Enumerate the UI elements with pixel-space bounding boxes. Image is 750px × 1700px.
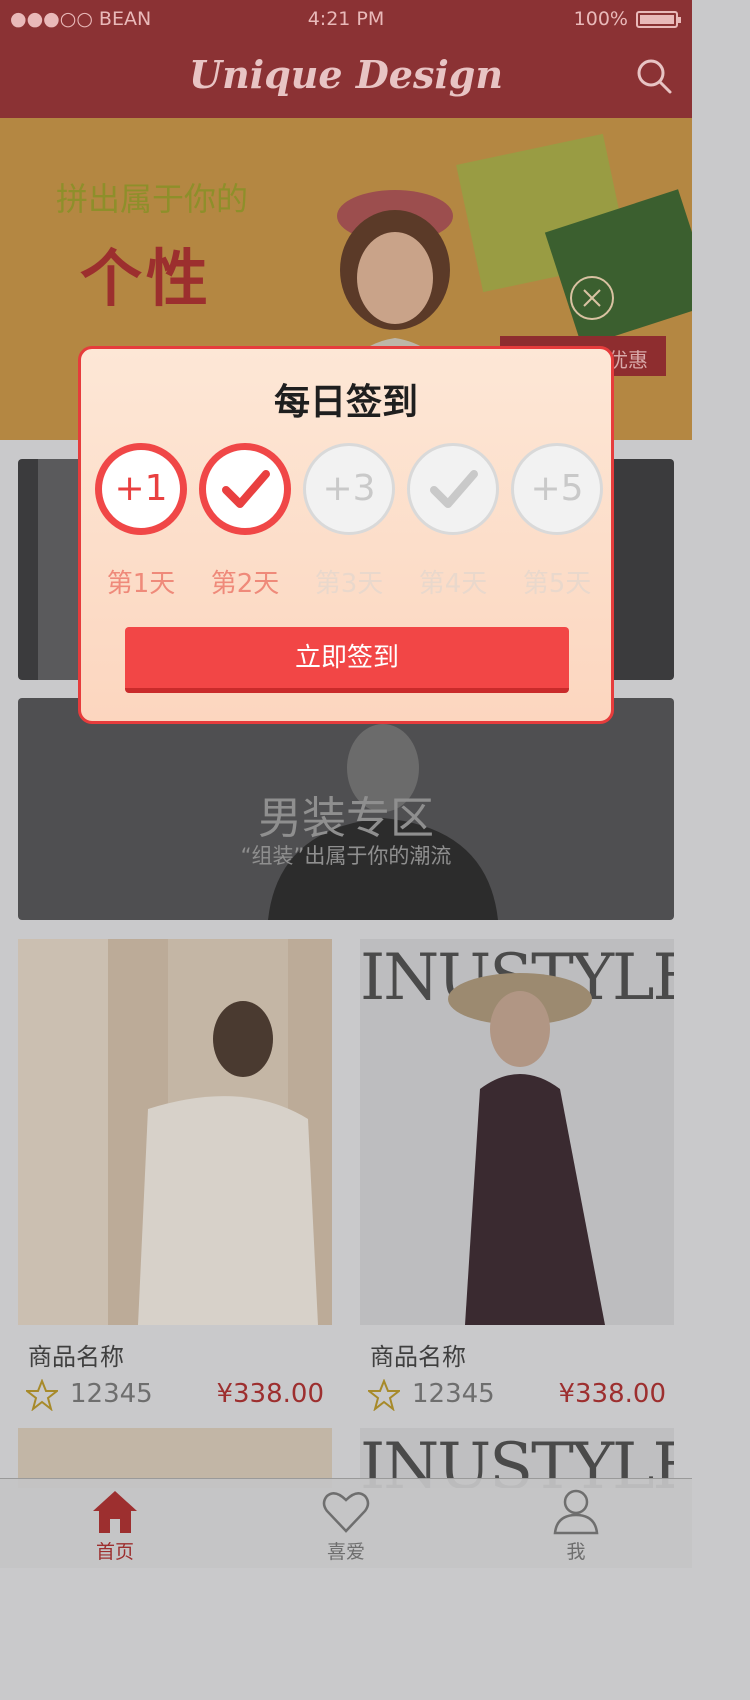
product-name: 商品名称 xyxy=(28,1343,124,1371)
favorite-count: 12345 xyxy=(70,1379,153,1409)
bottom-tab-bar: 首页 喜爱 我 xyxy=(0,1478,692,1568)
tab-label: 首页 xyxy=(95,1541,134,1563)
check-icon xyxy=(222,470,270,508)
modal-title: 每日签到 xyxy=(273,382,418,423)
product-price: ¥338.00 xyxy=(216,1379,324,1409)
star-icon[interactable] xyxy=(26,1379,58,1411)
card-subtitle: “组装”出属于你的潮流 xyxy=(240,844,452,868)
tab-label: 我 xyxy=(566,1541,586,1563)
battery-icon xyxy=(636,11,681,28)
day-badge-text: +5 xyxy=(530,468,584,509)
day-3-badge: +3 xyxy=(303,443,395,535)
category-card-men[interactable]: 男装专区 “组装”出属于你的潮流 xyxy=(18,698,674,920)
banner-headline: 拼出属于你的 xyxy=(56,180,249,218)
day-label: 第2天 xyxy=(210,569,280,599)
checkin-now-button[interactable]: 立即签到 xyxy=(125,627,569,693)
product-price: ¥338.00 xyxy=(558,1379,666,1409)
heart-icon xyxy=(322,1492,370,1533)
day-label: 第3天 xyxy=(314,569,384,599)
card-title: 男装专区 xyxy=(258,793,434,844)
daily-checkin-modal: 每日签到 +1 +3 +5 第1天 第2天 第3天 第4天 第5天 立即签到 xyxy=(78,346,614,724)
favorite-count: 12345 xyxy=(412,1379,495,1409)
day-4-badge xyxy=(407,443,499,535)
app-title: Unique Design xyxy=(189,52,503,97)
day-label: 第5天 xyxy=(522,569,592,599)
star-icon[interactable] xyxy=(368,1379,400,1411)
product-card[interactable]: INUSTYLE 商品名称 12345 ¥338.00 xyxy=(360,939,674,1419)
day-badge-text: +3 xyxy=(322,468,376,509)
product-card[interactable]: 商品名称 12345 ¥338.00 xyxy=(18,939,332,1419)
check-icon xyxy=(430,470,478,508)
product-image: INUSTYLE xyxy=(360,939,674,1325)
day-2-badge xyxy=(199,443,291,535)
tab-favorites[interactable]: 喜爱 xyxy=(286,1487,406,1564)
banner-close-icon[interactable] xyxy=(570,276,614,320)
top-nav-bar: Unique Design xyxy=(0,40,692,118)
day-label: 第1天 xyxy=(106,569,176,599)
tab-profile[interactable]: 我 xyxy=(516,1487,636,1564)
day-1-badge: +1 xyxy=(95,443,187,535)
day-badge-text: +1 xyxy=(114,468,168,509)
tab-home[interactable]: 首页 xyxy=(55,1487,175,1564)
search-icon[interactable] xyxy=(634,56,674,96)
tab-label: 喜爱 xyxy=(326,1541,365,1563)
product-image xyxy=(18,939,332,1325)
status-bar: ●●●○○ BEAN 4:21 PM 100% xyxy=(0,0,692,40)
product-name: 商品名称 xyxy=(370,1343,466,1371)
banner-big-text: 个性 xyxy=(80,242,213,315)
home-icon xyxy=(93,1491,137,1533)
day-label: 第4天 xyxy=(418,569,488,599)
user-icon xyxy=(553,1489,599,1535)
day-5-badge: +5 xyxy=(511,443,603,535)
battery-percent: 100% xyxy=(573,8,628,30)
